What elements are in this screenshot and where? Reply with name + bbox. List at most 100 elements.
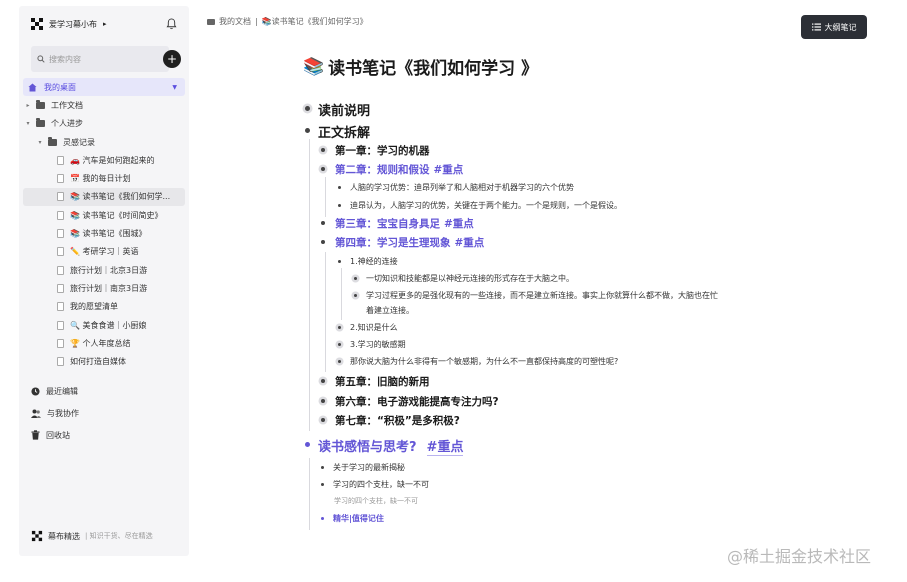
node-text: 那你说大脑为什么非得有一个敏感期，为什么不一直都保持高度的可塑性呢? bbox=[350, 357, 619, 366]
outline-node[interactable]: 第一章：学习的机器 bbox=[321, 143, 430, 158]
breadcrumb-current[interactable]: 📚读书笔记《我们如何学习》 bbox=[262, 16, 368, 27]
outline-node[interactable]: 读前说明 bbox=[305, 100, 370, 119]
outline-notes-label: 大纲笔记 bbox=[824, 22, 857, 32]
sidebar-item-label: 如何打造自媒体 bbox=[70, 357, 126, 367]
node-text: 学习的四个支柱，缺一不可 bbox=[333, 480, 429, 489]
page-title[interactable]: 📚 读书笔记《我们如何学习 》 bbox=[303, 54, 538, 80]
search-icon bbox=[37, 55, 45, 63]
sidebar: 爱学习幕小布 ▸ + 我的桌面 ▼ ▸ 工作文档 ▾ 个人进步 ▾ 灵感记录 🚗 汽车是如何跑起… bbox=[19, 6, 189, 556]
outline-node[interactable]: 学习过程更多的是强化现有的一些连接，而不是建立新连接。事实上你就算什么都不做，大… bbox=[354, 288, 718, 318]
outline-node[interactable]: 读书感悟与思考? #重点 bbox=[305, 436, 464, 456]
bullet-icon bbox=[305, 128, 310, 133]
sidebar-item[interactable]: 🏆 个人年度总结 bbox=[23, 334, 185, 352]
sidebar-item[interactable]: 如何打造自媒体 bbox=[23, 352, 185, 370]
chevron-right-icon[interactable]: ▸ bbox=[23, 102, 33, 109]
sidebar-item-label: 我的愿望清单 bbox=[70, 302, 118, 312]
bell-icon[interactable] bbox=[166, 18, 177, 30]
sidebar-item-label: 🏆 个人年度总结 bbox=[70, 338, 131, 348]
node-text: 第六章：电子游戏能提高专注力吗? bbox=[335, 396, 499, 408]
outline-node[interactable]: 迪昂认为，人脑学习的优势，关键在于两个能力。一个是规则，一个是假设。 bbox=[338, 198, 622, 213]
tag-important[interactable]: #重点 bbox=[455, 235, 485, 250]
chevron-down-icon[interactable]: ▾ bbox=[35, 139, 45, 146]
bullet-icon bbox=[305, 106, 310, 111]
chevron-down-icon[interactable]: ▾ bbox=[23, 120, 33, 127]
outline-node[interactable]: 第五章：旧脑的新用 bbox=[321, 374, 430, 389]
watermark: @稀土掘金技术社区 bbox=[727, 547, 872, 566]
search-box[interactable] bbox=[31, 46, 169, 72]
sidebar-item-label: 📚 读书笔记《围城》 bbox=[70, 229, 147, 239]
outline-node[interactable]: 那你说大脑为什么非得有一个敏感期，为什么不一直都保持高度的可塑性呢? bbox=[338, 354, 618, 369]
add-button[interactable]: + bbox=[163, 50, 181, 68]
bullet-icon bbox=[338, 343, 341, 346]
outline-node[interactable]: 第三章：宝宝自身具足 #重点 bbox=[321, 216, 474, 231]
node-text: 精华|值得记住 bbox=[333, 514, 384, 523]
outline-guide-line bbox=[309, 139, 310, 431]
sidebar-item[interactable]: 📚 读书笔记《时间简史》 bbox=[23, 206, 185, 224]
folder-icon bbox=[36, 118, 45, 128]
outline-node[interactable]: 第六章：电子游戏能提高专注力吗? bbox=[321, 394, 499, 409]
sidebar-item[interactable]: 📅 我的每日计划 bbox=[23, 169, 185, 187]
sidebar-item[interactable]: 我的愿望清单 bbox=[23, 298, 185, 316]
sidebar-item[interactable]: ▾ 灵感记录 bbox=[23, 133, 185, 151]
sidebar-item-label: 灵感记录 bbox=[63, 137, 95, 147]
folder-icon bbox=[48, 136, 57, 146]
sidebar-item[interactable]: 旅行计划｜南京3日游 bbox=[23, 279, 185, 297]
tag-important[interactable]: #重点 bbox=[444, 216, 474, 231]
breadcrumb-root[interactable]: 我的文档 bbox=[219, 16, 251, 27]
sidebar-link-recent[interactable]: 最近编辑 bbox=[31, 380, 79, 402]
sidebar-item-label: 📚 读书笔记《时间简史》 bbox=[70, 210, 163, 220]
logo-icon bbox=[31, 18, 43, 30]
outline-node[interactable]: 人脑的学习优势：迪昂列举了和人脑相对于机器学习的六个优势 bbox=[338, 180, 574, 195]
outline-guide-line bbox=[309, 458, 310, 530]
outline-node[interactable]: 2.知识是什么 bbox=[338, 320, 398, 335]
sidebar-item[interactable]: 🔍 美食食谱｜小厨娘 bbox=[23, 316, 185, 334]
doc-icon bbox=[57, 338, 64, 348]
outline-node[interactable]: 一切知识和技能都是以神经元连接的形式存在于大脑之中。 bbox=[354, 271, 574, 286]
sidebar-item[interactable]: ▸ 工作文档 bbox=[23, 96, 185, 114]
node-text: 第一章：学习的机器 bbox=[335, 145, 430, 157]
node-text: 3.学习的敏感期 bbox=[350, 340, 406, 349]
bullet-icon bbox=[354, 294, 357, 297]
outline-node[interactable]: 关于学习的最新揭秘 bbox=[321, 460, 405, 475]
sidebar-link-trash[interactable]: 回收站 bbox=[31, 424, 79, 446]
node-text: 人脑的学习优势：迪昂列举了和人脑相对于机器学习的六个优势 bbox=[350, 183, 574, 192]
workspace-name: 爱学习幕小布 bbox=[49, 19, 97, 29]
node-text: 迪昂认为，人脑学习的优势，关键在于两个能力。一个是规则，一个是假设。 bbox=[350, 201, 622, 210]
outline-node[interactable]: 第二章：规则和假设 #重点 bbox=[321, 162, 463, 177]
clock-icon bbox=[31, 386, 40, 396]
workspace-switcher[interactable]: 爱学习幕小布 ▸ bbox=[31, 16, 107, 32]
node-text: 第五章：旧脑的新用 bbox=[335, 376, 430, 388]
outline-node[interactable]: 第七章：“积极”是多积极? bbox=[321, 413, 460, 428]
node-note[interactable]: 学习的四个支柱，缺一不可 bbox=[334, 494, 418, 509]
sidebar-item[interactable]: 📚 读书笔记《围城》 bbox=[23, 224, 185, 242]
outline-node[interactable]: 1.神经的连接 bbox=[338, 254, 398, 269]
search-input[interactable] bbox=[49, 54, 159, 64]
tag-important[interactable]: #重点 bbox=[434, 162, 464, 177]
sidebar-link-collab[interactable]: 与我协作 bbox=[31, 402, 79, 424]
featured-link[interactable]: 幕布精选 | 知识干货、尽在精选 bbox=[31, 530, 153, 542]
sidebar-item[interactable]: 📚 读书笔记《我们如何学... bbox=[23, 187, 185, 207]
folder-icon bbox=[36, 99, 45, 109]
sidebar-item-label: 工作文档 bbox=[51, 100, 83, 110]
sidebar-item[interactable]: ▾ 个人进步 bbox=[23, 115, 185, 133]
tag-important[interactable]: #重点 bbox=[426, 436, 464, 456]
sidebar-item[interactable]: ✏️ 考研学习｜英语 bbox=[23, 243, 185, 261]
sidebar-item[interactable]: 旅行计划｜北京3日游 bbox=[23, 261, 185, 279]
doc-icon bbox=[57, 357, 64, 367]
outline-notes-button[interactable]: 大纲笔记 bbox=[801, 15, 867, 39]
doc-icon bbox=[57, 265, 64, 275]
bullet-icon bbox=[338, 186, 341, 189]
node-text: 读书感悟与思考? bbox=[318, 440, 417, 455]
doc-icon bbox=[57, 229, 64, 239]
chevron-down-icon[interactable]: ▼ bbox=[172, 84, 177, 91]
sidebar-item[interactable]: 🚗 汽车是如何跑起来的 bbox=[23, 151, 185, 169]
outline-node[interactable]: 精华|值得记住 bbox=[321, 511, 384, 526]
sidebar-item[interactable]: 我的桌面 ▼ bbox=[23, 78, 185, 97]
outline-node[interactable]: 正文拆解 bbox=[305, 122, 370, 141]
node-text: 读前说明 bbox=[318, 104, 371, 119]
chevron-right-icon: ▸ bbox=[103, 20, 107, 28]
outline-node[interactable]: 第四章：学习是生理现象 #重点 bbox=[321, 235, 484, 250]
sidebar-item-label: 旅行计划｜南京3日游 bbox=[70, 283, 148, 293]
outline-node[interactable]: 3.学习的敏感期 bbox=[338, 337, 406, 352]
outline-node[interactable]: 学习的四个支柱，缺一不可 bbox=[321, 477, 429, 492]
